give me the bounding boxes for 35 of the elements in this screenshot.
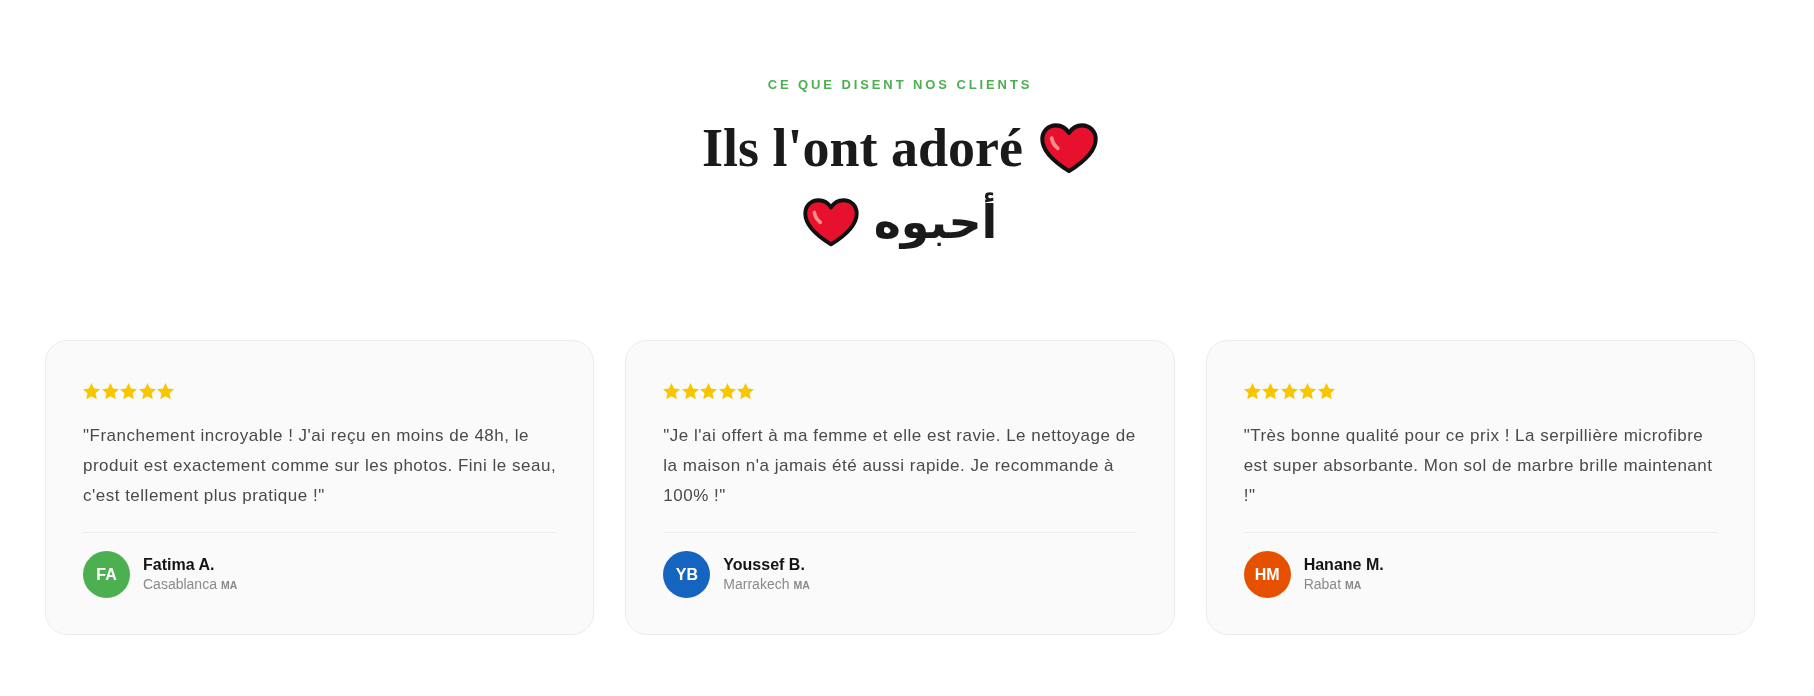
city-text: Rabat <box>1303 575 1341 594</box>
review-text: "Je l'ai offert à ma femme et elle est ravie. Le nettoyage de la maison n'a jamais été aussi rapide. Je recommande à 100% !" <box>663 425 1137 507</box>
star-icon <box>1243 382 1261 400</box>
star-icon <box>1262 382 1280 400</box>
review-text: "Très bonne qualité pour ce prix ! La serpillière microfibre est super absorbante. Mon sol de marbre brille maintenant !" <box>1243 425 1714 507</box>
avatar: YB <box>663 551 711 598</box>
section-title: Ils l'ont adoré <box>702 118 1023 178</box>
heart-icon <box>802 197 859 247</box>
star-icon <box>718 382 736 400</box>
review-text: "Franchement incroyable ! J'ai reçu en moins de 48h, le produit est exactement comme sur les photos. Fini le seau, c'est tellement plus pratique !" <box>83 425 557 507</box>
section-title-arabic: أحبوه <box>873 192 998 252</box>
avatar: HM <box>1243 551 1291 598</box>
star-icon <box>120 382 137 400</box>
star-icon <box>737 382 755 400</box>
city-text: Marrakech <box>723 575 790 594</box>
star-icon <box>663 382 681 400</box>
star-icon <box>83 382 100 400</box>
star-icon <box>1280 382 1298 400</box>
section-eyebrow: CE QUE DISENT NOS CLIENTS <box>767 76 1033 94</box>
customer-name: Fatima A. <box>143 555 215 575</box>
star-icon <box>157 382 174 400</box>
star-icon <box>138 382 156 400</box>
city-text: Casablanca <box>143 575 217 594</box>
country-code: MA <box>793 578 810 593</box>
country-code: MA <box>220 578 238 593</box>
customer-name: Hanane M. <box>1303 555 1384 575</box>
star-icon <box>101 382 119 400</box>
star-icon <box>681 382 699 400</box>
heart-icon <box>1040 122 1098 174</box>
star-icon <box>1299 382 1317 400</box>
country-code: MA <box>1345 578 1362 593</box>
star-icon <box>1317 382 1335 400</box>
customer-name: Youssef B. <box>723 555 805 575</box>
avatar: FA <box>83 551 130 598</box>
star-icon <box>700 382 718 400</box>
